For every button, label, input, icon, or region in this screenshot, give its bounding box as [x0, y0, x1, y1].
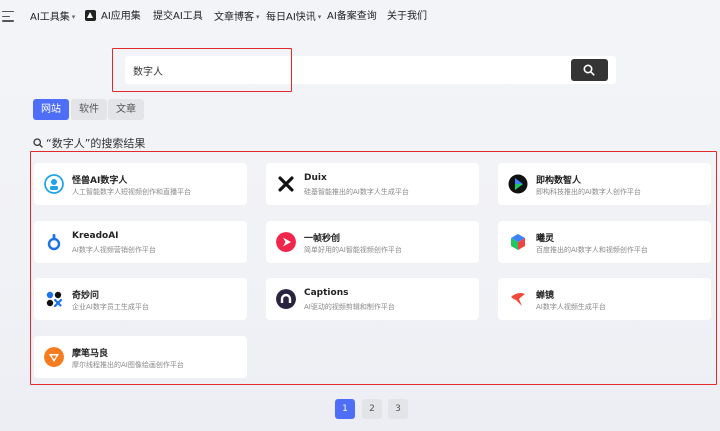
search-icon [33, 138, 43, 148]
menu-icon[interactable] [2, 11, 14, 22]
mobi-logo-icon [44, 347, 64, 367]
monster-logo-icon [44, 174, 64, 194]
zego-logo-icon [508, 174, 528, 194]
results-heading: “数字人”的搜索结果 [33, 135, 145, 151]
kreado-logo-icon [47, 234, 61, 251]
nav-item-submit-tool[interactable]: 提交AI工具 [153, 10, 203, 24]
tool-card-captions[interactable]: Captions AI驱动的视频剪辑和制作平台 [266, 278, 479, 320]
search-highlight-box [112, 48, 292, 92]
nav-item-about[interactable]: 关于我们 [387, 10, 427, 24]
tool-card-yizhen[interactable]: 一帧秒创 简单好用的AI智能视频创作平台 [266, 221, 479, 263]
tool-card-xiling[interactable]: 曦灵 百度推出的AI数字人和视频创作平台 [498, 221, 711, 263]
tool-card-zego[interactable]: 即构数智人 即构科技推出的AI数字人创作平台 [498, 163, 711, 205]
page-button-3[interactable]: 3 [388, 399, 408, 419]
tab-software[interactable]: 软件 [71, 99, 107, 120]
page-button-2[interactable]: 2 [362, 399, 382, 419]
tool-card-mobi[interactable]: 摩笔马良 摩尔线程推出的AI图像绘画创作平台 [34, 336, 247, 378]
nav-item-articles[interactable]: 文章博客 ▾ [214, 10, 260, 25]
nav-item-daily-news[interactable]: 每日AI快讯 ▾ [266, 10, 321, 25]
ai-app-icon [85, 10, 96, 21]
tab-websites[interactable]: 网站 [33, 99, 69, 120]
chevron-down-icon: ▾ [256, 13, 260, 21]
tab-articles[interactable]: 文章 [108, 99, 144, 120]
chevron-down-icon: ▾ [71, 13, 76, 21]
xiling-logo-icon [511, 234, 525, 250]
tool-card-duix[interactable]: Duix 硅基智能推出的AI数字人生成平台 [266, 163, 479, 205]
nav-item-ai-filing[interactable]: AI备案查询 [327, 10, 377, 24]
search-icon [583, 64, 595, 76]
duix-logo-icon [278, 176, 294, 192]
tool-card-qimiaowen[interactable]: 奇妙问 企业AI数字员工生成平台 [34, 278, 247, 320]
top-nav: AI工具集 ▾ AI应用集 提交AI工具 文章博客 ▾ 每日AI快讯 ▾ AI备案查询… [0, 0, 720, 34]
chanjing-logo-icon [511, 293, 525, 306]
tool-card-chanjing[interactable]: 蝉镜 AI数字人视频生成平台 [498, 278, 711, 320]
captions-logo-icon [276, 289, 296, 309]
tool-card-kreado[interactable]: KreadoAI AI数字人视频营销创作平台 [34, 221, 247, 263]
yizhen-logo-icon [276, 232, 296, 252]
page-button-1[interactable]: 1 [335, 399, 355, 419]
qimiaowen-logo-icon [46, 291, 63, 308]
nav-item-ai-tools[interactable]: AI工具集 ▾ [30, 10, 75, 25]
search-button[interactable] [571, 59, 608, 81]
chevron-down-icon: ▾ [317, 13, 322, 21]
tool-card-monster[interactable]: 怪兽AI数字人 人工智能数字人短视频创作和直播平台 [34, 163, 247, 205]
nav-item-ai-apps[interactable]: AI应用集 [85, 10, 141, 24]
